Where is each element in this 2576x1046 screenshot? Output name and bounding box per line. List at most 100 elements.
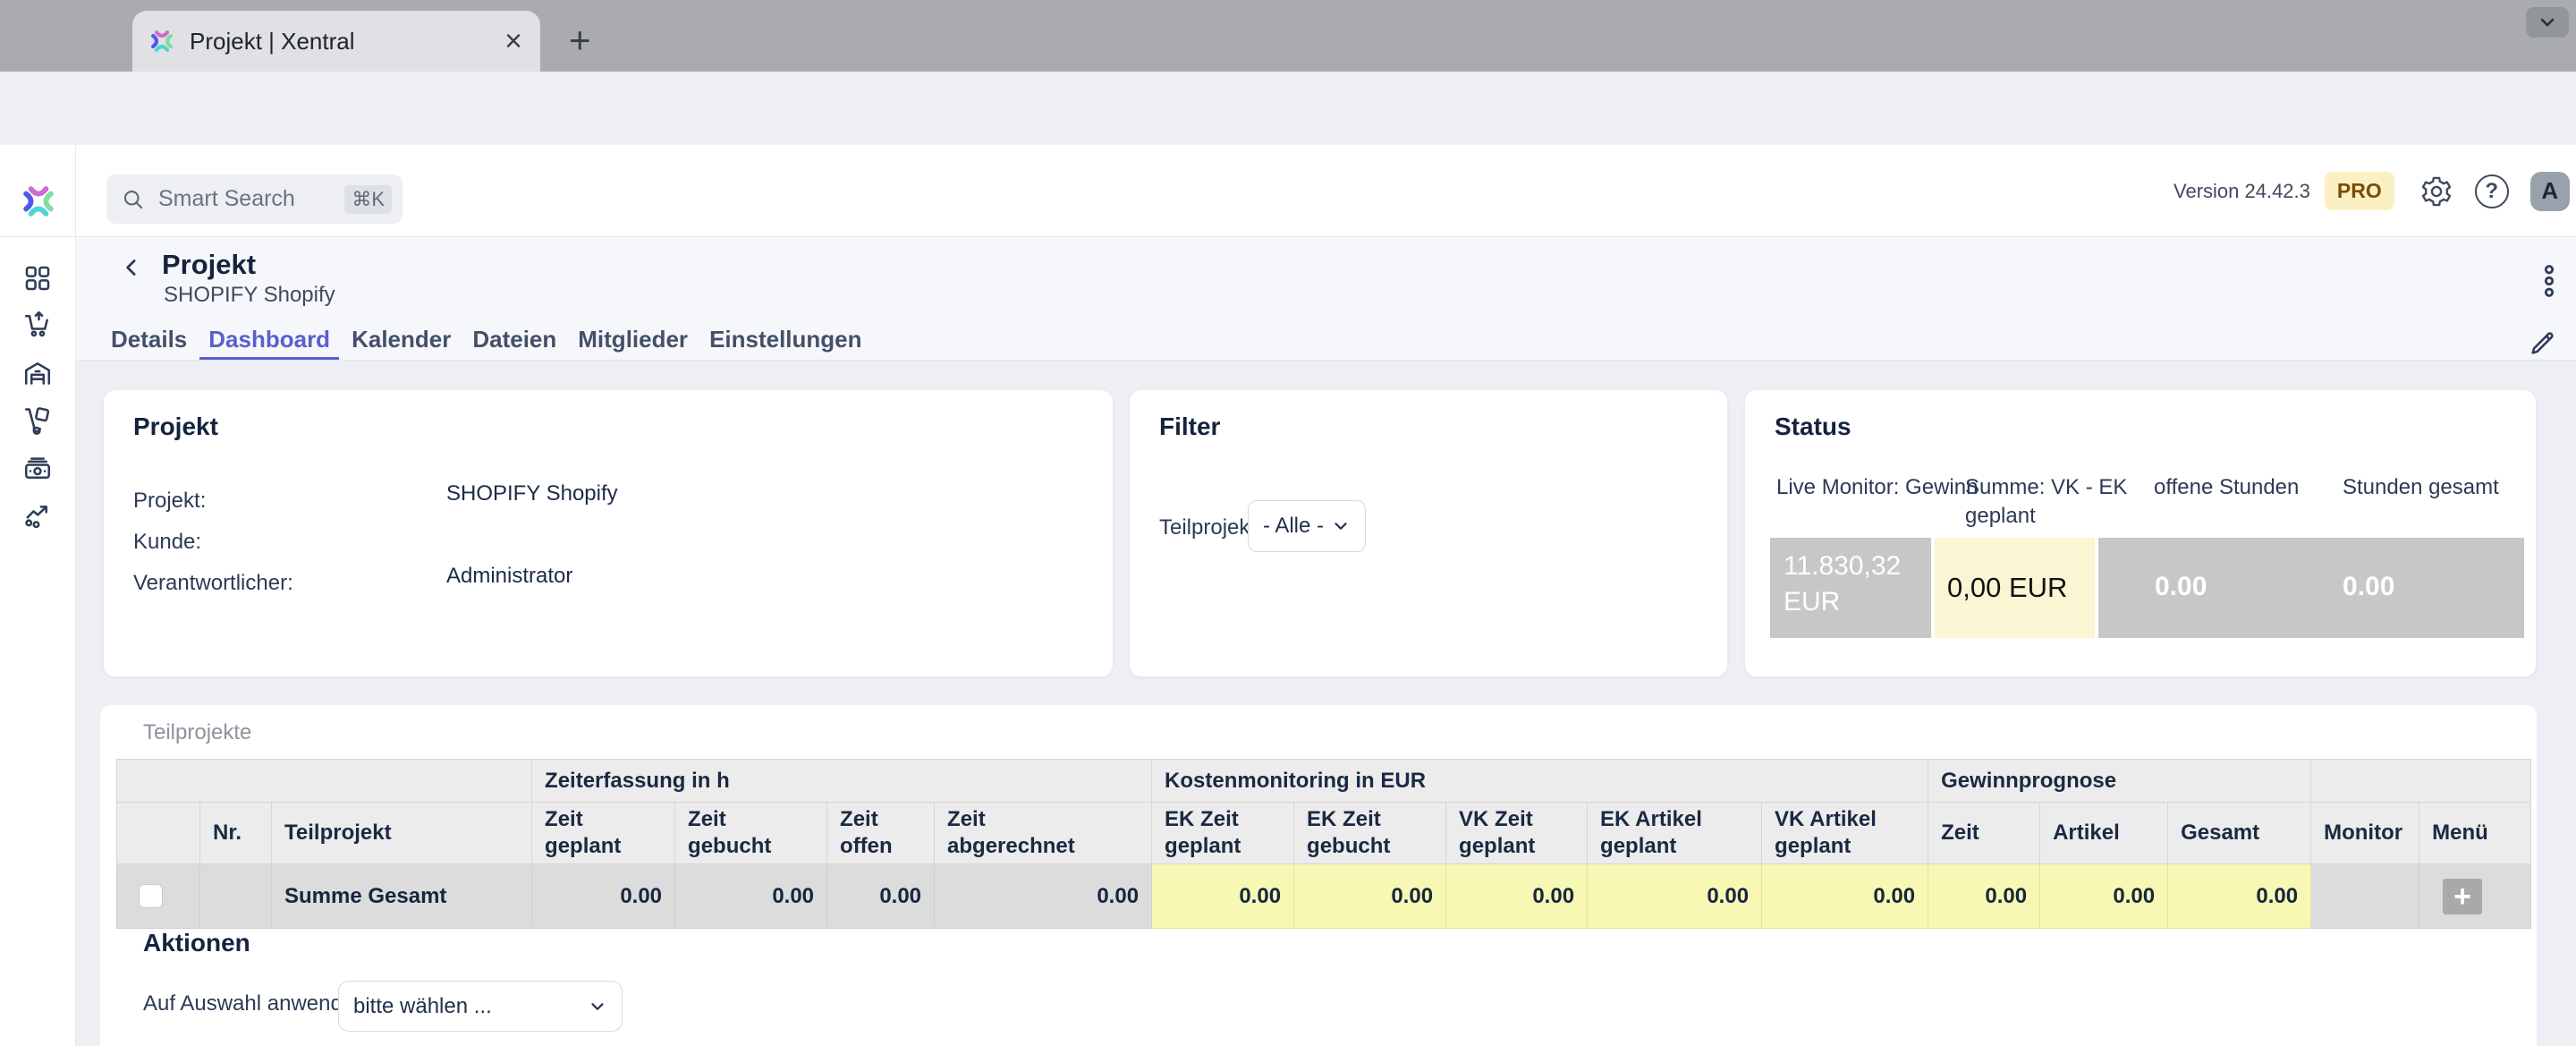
header-divider — [76, 360, 2576, 361]
col-vk-artikel-geplant: VK Artikel geplant — [1762, 803, 1928, 864]
ek-zeit-gebucht-value: 0.00 — [1294, 864, 1446, 929]
tab-einstellungen[interactable]: Einstellungen — [700, 319, 870, 361]
chevron-down-icon — [1331, 516, 1351, 536]
teilprojekt-filter-label: Teilprojekt: — [1159, 515, 1262, 540]
ek-artikel-geplant-value: 0.00 — [1588, 864, 1762, 929]
ek-zeit-geplant-value: 0.00 — [1152, 864, 1294, 929]
group-zeiterfassung: Zeiterfassung in h — [532, 760, 1152, 803]
col-ek-zeit-geplant: EK Zeit geplant — [1152, 803, 1294, 864]
group-empty — [117, 760, 532, 803]
teilprojekt-filter-value: - Alle - — [1263, 514, 1324, 539]
field-value-verantwortlicher: Administrator — [446, 564, 572, 589]
cart-up-icon[interactable] — [21, 309, 54, 341]
tab-list-chevron-button[interactable] — [2526, 7, 2569, 38]
zeit-abgerechnet-value: 0.00 — [935, 864, 1152, 929]
status-card-title: Status — [1775, 412, 1852, 441]
field-label-projekt: Projekt: — [133, 489, 206, 514]
projekt-card-title: Projekt — [133, 412, 218, 441]
col-menu: Menü — [2419, 803, 2531, 864]
col-checkbox — [117, 803, 200, 864]
user-avatar[interactable]: A — [2530, 172, 2570, 211]
menu-cell: + — [2419, 864, 2531, 929]
browser-toolbar: .xentral.biz /app/x1?module=projekt&acti… — [0, 72, 2576, 145]
status-value-offene-stunden: 0.00 — [2155, 572, 2207, 602]
sidebar — [0, 237, 75, 1046]
teilprojekt-filter-select[interactable]: - Alle - — [1248, 500, 1366, 552]
page-subtitle: SHOPIFY Shopify — [164, 283, 335, 308]
row-nr-cell — [200, 864, 272, 929]
apps-grid-icon[interactable] — [21, 262, 54, 294]
monitor-cell — [2311, 864, 2419, 929]
status-label-stunden-gesamt: Stunden gesamt — [2343, 473, 2499, 502]
chart-trend-icon[interactable] — [21, 499, 54, 532]
help-icon[interactable]: ? — [2475, 174, 2509, 208]
apply-action-select[interactable]: bitte wählen ... — [338, 981, 623, 1032]
plan-badge: PRO — [2325, 172, 2394, 210]
tab-kalender[interactable]: Kalender — [343, 319, 460, 361]
tab-mitglieder[interactable]: Mitglieder — [569, 319, 697, 361]
status-value-summe: 0,00 EUR — [1935, 538, 2095, 638]
status-value-stunden-gesamt: 0.00 — [2343, 572, 2394, 602]
new-tab-button[interactable]: + — [569, 21, 591, 59]
search-input[interactable] — [157, 185, 344, 213]
header-kebab-menu-icon[interactable] — [2534, 261, 2564, 301]
col-nr: Nr. — [200, 803, 272, 864]
screen: Projekt | Xentral × + .xentral.biz /app/… — [0, 0, 2576, 1046]
col-vk-zeit-geplant: VK Zeit geplant — [1446, 803, 1588, 864]
version-label: Version 24.42.3 — [2174, 180, 2310, 203]
filter-card-title: Filter — [1159, 412, 1220, 441]
xentral-logo-icon[interactable] — [20, 183, 57, 220]
status-card: Status Live Monitor: Gewinn Summe: VK - … — [1744, 389, 2537, 677]
col-prognose-gesamt: Gesamt — [2168, 803, 2311, 864]
zeit-gebucht-value: 0.00 — [675, 864, 827, 929]
col-zeit-geplant: Zeit geplant — [532, 803, 675, 864]
page-tabs: Details Dashboard Kalender Dateien Mitgl… — [102, 319, 875, 361]
smart-search-box[interactable]: ⌘K — [106, 174, 402, 224]
back-chevron-icon[interactable] — [118, 254, 145, 281]
zeit-offen-value: 0.00 — [827, 864, 935, 929]
field-label-kunde: Kunde: — [133, 530, 201, 555]
edit-pencil-icon[interactable] — [2528, 327, 2558, 358]
hand-truck-icon[interactable] — [21, 405, 54, 438]
apply-select-value: bitte wählen ... — [353, 994, 492, 1019]
tab-close-icon[interactable]: × — [504, 26, 522, 56]
browser-tab-strip: Projekt | Xentral × + — [0, 0, 2576, 72]
browser-tab-title: Projekt | Xentral — [190, 28, 504, 55]
vk-artikel-geplant-value: 0.00 — [1762, 864, 1928, 929]
tab-dateien[interactable]: Dateien — [463, 319, 565, 361]
row-checkbox-cell — [117, 864, 200, 929]
prognose-gesamt-value: 0.00 — [2168, 864, 2311, 929]
row-checkbox[interactable] — [139, 884, 163, 908]
tab-dashboard[interactable]: Dashboard — [199, 319, 339, 361]
page-title: Projekt — [162, 249, 256, 281]
aktionen-title: Aktionen — [143, 929, 250, 957]
prognose-zeit-value: 0.00 — [1928, 864, 2040, 929]
warehouse-icon[interactable] — [21, 358, 54, 390]
field-value-projekt: SHOPIFY Shopify — [446, 481, 618, 506]
row-name-cell: Summe Gesamt — [272, 864, 532, 929]
teilprojekte-section-label: Teilprojekte — [143, 720, 251, 745]
table-summary-row: Summe Gesamt 0.00 0.00 0.00 0.00 0.00 0.… — [117, 864, 2531, 929]
settings-gear-icon[interactable] — [2419, 174, 2453, 208]
search-icon — [121, 187, 146, 212]
teilprojekte-table: Zeiterfassung in h Kostenmonitoring in E… — [116, 759, 2531, 929]
banknote-icon[interactable] — [21, 453, 54, 485]
browser-tab[interactable]: Projekt | Xentral × — [132, 11, 540, 72]
tab-details[interactable]: Details — [102, 319, 196, 361]
group-kostenmonitoring: Kostenmonitoring in EUR — [1152, 760, 1928, 803]
col-ek-zeit-gebucht: EK Zeit gebucht — [1294, 803, 1446, 864]
field-label-verantwortlicher: Verantwortlicher: — [133, 571, 293, 596]
xentral-favicon-icon — [148, 28, 175, 55]
vk-zeit-geplant-value: 0.00 — [1446, 864, 1588, 929]
group-gewinnprognose: Gewinnprognose — [1928, 760, 2311, 803]
projekt-card: Projekt Projekt: SHOPIFY Shopify Kunde: … — [103, 389, 1114, 677]
zeit-geplant-value: 0.00 — [532, 864, 675, 929]
status-label-live-monitor: Live Monitor: Gewinn — [1776, 473, 1978, 502]
filter-card: Filter Teilprojekt: - Alle - — [1129, 389, 1728, 677]
add-button[interactable]: + — [2443, 879, 2482, 914]
status-value-live-monitor: 11.830,32 EUR — [1770, 538, 1931, 638]
col-prognose-artikel: Artikel — [2040, 803, 2168, 864]
table-header-row: Nr. Teilprojekt Zeit geplant Zeit gebuch… — [117, 803, 2531, 864]
col-ek-artikel-geplant: EK Artikel geplant — [1588, 803, 1762, 864]
group-empty-right — [2311, 760, 2531, 803]
